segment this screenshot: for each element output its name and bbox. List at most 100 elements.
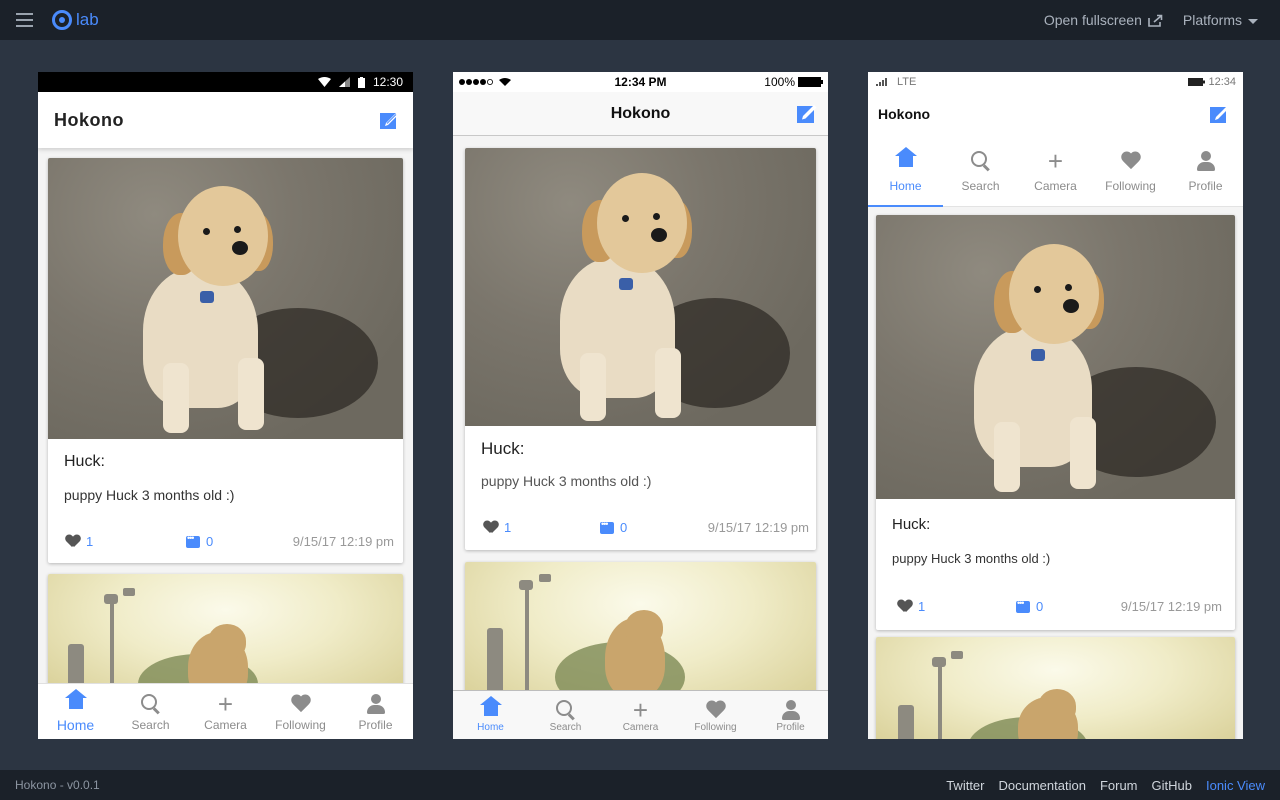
post-photo bbox=[465, 148, 816, 426]
comment-button[interactable]: 0 bbox=[600, 519, 628, 535]
search-icon bbox=[970, 151, 987, 167]
ios-status-bar: 12:34 PM 100% bbox=[453, 72, 828, 92]
home-icon bbox=[64, 688, 87, 711]
post-card[interactable] bbox=[48, 574, 403, 694]
tab-search[interactable]: Search bbox=[943, 136, 1018, 206]
post-timestamp: 9/15/17 12:19 pm bbox=[1120, 599, 1222, 614]
tab-label: Following bbox=[694, 721, 737, 733]
post-photo bbox=[876, 637, 1235, 739]
tab-home[interactable]: Home bbox=[38, 684, 113, 739]
tab-bar: Home Search + Camera Following Profile bbox=[453, 690, 828, 739]
plus-icon: + bbox=[217, 688, 234, 719]
tab-camera[interactable]: + Camera bbox=[188, 684, 263, 739]
search-icon bbox=[555, 699, 572, 716]
open-fullscreen-label: Open fullscreen bbox=[1043, 12, 1142, 28]
menu-icon[interactable] bbox=[16, 13, 33, 27]
heart-icon bbox=[66, 535, 80, 548]
tab-following[interactable]: Following bbox=[263, 684, 338, 739]
post-card[interactable] bbox=[465, 562, 816, 702]
heart-icon bbox=[484, 521, 498, 534]
compose-icon[interactable] bbox=[1209, 104, 1229, 124]
tab-profile[interactable]: Profile bbox=[338, 684, 413, 739]
comment-count: 0 bbox=[620, 520, 628, 535]
tab-label: Search bbox=[131, 717, 170, 732]
tab-home[interactable]: Home bbox=[453, 691, 528, 739]
ionic-logo-icon bbox=[52, 10, 72, 30]
platforms-dropdown[interactable]: Platforms bbox=[1183, 12, 1258, 28]
chevron-down-icon bbox=[1248, 18, 1258, 24]
tab-search[interactable]: Search bbox=[528, 691, 603, 739]
like-button[interactable]: 1 bbox=[66, 534, 93, 549]
android-status-bar: 12:30 bbox=[38, 72, 413, 92]
like-button[interactable]: 1 bbox=[898, 599, 925, 614]
heart-icon bbox=[898, 600, 912, 613]
tab-search[interactable]: Search bbox=[113, 684, 188, 739]
post-card[interactable] bbox=[876, 637, 1235, 739]
person-icon bbox=[366, 693, 385, 714]
signal-icon bbox=[338, 77, 350, 87]
post-timestamp: 9/15/17 12:19 pm bbox=[292, 534, 394, 549]
search-icon bbox=[140, 693, 157, 710]
ionic-view-link[interactable]: Ionic View bbox=[1206, 778, 1265, 793]
tab-label: Search bbox=[961, 179, 1000, 193]
tab-label: Camera bbox=[622, 721, 659, 733]
compose-icon[interactable] bbox=[796, 102, 818, 124]
app-title: Hokono bbox=[610, 104, 671, 122]
comment-icon bbox=[1016, 598, 1030, 613]
post-card[interactable]: Huck: puppy Huck 3 months old :) 1 0 9/1… bbox=[48, 158, 403, 563]
twitter-link[interactable]: Twitter bbox=[946, 778, 984, 793]
home-icon bbox=[479, 695, 502, 718]
post-photo bbox=[48, 574, 403, 694]
ios-preview: 12:34 PM 100% Hokono Huck: puppy Huck 3 … bbox=[453, 72, 828, 739]
app-title: Hokono bbox=[878, 106, 931, 122]
tab-bar: Home Search + Camera Following Profile bbox=[868, 136, 1243, 207]
post-photo bbox=[465, 562, 816, 702]
heart-icon bbox=[1121, 152, 1141, 170]
external-link-icon bbox=[1148, 14, 1163, 27]
plus-icon: + bbox=[632, 694, 649, 725]
logo-text: lab bbox=[76, 10, 99, 29]
comment-button[interactable]: 0 bbox=[186, 533, 213, 549]
tab-label: Profile bbox=[1188, 179, 1223, 193]
tab-camera[interactable]: + Camera bbox=[603, 691, 678, 739]
app-header: Hokono bbox=[868, 92, 1243, 136]
post-card[interactable]: Huck: puppy Huck 3 months old :) 1 0 9/1… bbox=[465, 148, 816, 550]
app-version: Hokono - v0.0.1 bbox=[15, 778, 100, 792]
like-count: 1 bbox=[504, 520, 512, 535]
like-count: 1 bbox=[86, 534, 94, 549]
forum-link[interactable]: Forum bbox=[1100, 778, 1138, 793]
lab-toolbar: lab Open fullscreen Platforms bbox=[0, 0, 1280, 40]
lab-footer: Hokono - v0.0.1 Twitter Documentation Fo… bbox=[0, 770, 1280, 800]
signal-icon bbox=[876, 78, 887, 86]
like-button[interactable]: 1 bbox=[484, 520, 511, 535]
tab-profile[interactable]: Profile bbox=[753, 691, 828, 739]
post-caption: puppy Huck 3 months old :) bbox=[892, 551, 1051, 566]
heart-icon bbox=[291, 695, 311, 713]
ios-battery-percent: 100% bbox=[764, 75, 795, 89]
home-icon bbox=[894, 147, 917, 169]
tab-home[interactable]: Home bbox=[868, 136, 943, 207]
tab-label: Camera bbox=[204, 717, 247, 732]
battery-icon bbox=[798, 77, 823, 87]
person-icon bbox=[781, 699, 800, 720]
open-fullscreen-button[interactable]: Open fullscreen bbox=[1044, 12, 1163, 28]
post-card[interactable]: Huck: puppy Huck 3 months old :) 1 0 9/1… bbox=[876, 215, 1235, 630]
documentation-link[interactable]: Documentation bbox=[999, 778, 1086, 793]
tab-label: Profile bbox=[776, 721, 805, 733]
post-caption: puppy Huck 3 months old :) bbox=[481, 473, 652, 489]
tab-label: Camera bbox=[1034, 179, 1077, 193]
github-link[interactable]: GitHub bbox=[1152, 778, 1192, 793]
tab-camera[interactable]: + Camera bbox=[1018, 136, 1093, 206]
tab-profile[interactable]: Profile bbox=[1168, 136, 1243, 206]
compose-icon[interactable] bbox=[379, 110, 399, 130]
network-label: LTE bbox=[897, 76, 917, 88]
tab-label: Search bbox=[549, 721, 582, 733]
battery-icon bbox=[357, 76, 365, 88]
windows-preview: LTE 12:34 Hokono Home Search + Camera Fo… bbox=[868, 72, 1243, 739]
tab-following[interactable]: Following bbox=[678, 691, 753, 739]
tab-following[interactable]: Following bbox=[1093, 136, 1168, 206]
post-photo bbox=[48, 158, 403, 439]
tab-label: Following bbox=[1105, 179, 1156, 193]
tab-label: Profile bbox=[358, 717, 393, 732]
comment-button[interactable]: 0 bbox=[1016, 598, 1043, 614]
